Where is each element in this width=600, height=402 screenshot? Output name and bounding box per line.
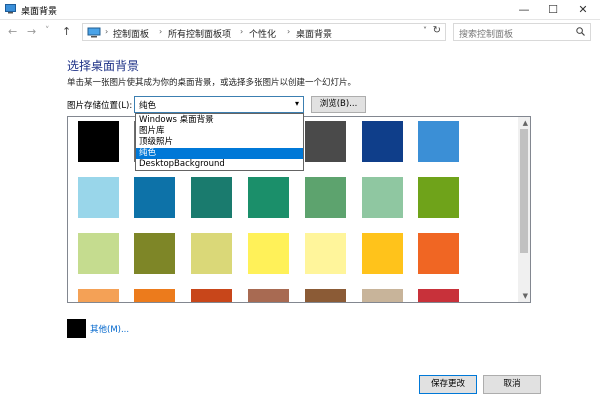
- other-color-swatch[interactable]: [67, 319, 86, 338]
- dropdown-option[interactable]: Windows 桌面背景: [136, 115, 303, 126]
- search-icon[interactable]: [576, 27, 585, 36]
- search-input[interactable]: 搜索控制面板: [459, 27, 513, 40]
- color-swatch[interactable]: [305, 289, 346, 302]
- color-swatch[interactable]: [191, 177, 232, 218]
- color-swatch[interactable]: [362, 233, 403, 274]
- forward-arrow-icon[interactable]: →: [27, 25, 36, 38]
- color-swatch[interactable]: [78, 289, 119, 302]
- search-box[interactable]: 搜索控制面板: [453, 23, 591, 41]
- up-arrow-icon[interactable]: ↑: [62, 25, 71, 38]
- dropdown-option[interactable]: 顶级照片: [136, 137, 303, 148]
- dropdown-option[interactable]: 纯色: [136, 148, 303, 159]
- maximize-button[interactable]: ☐: [538, 0, 568, 19]
- breadcrumb-all-items[interactable]: 所有控制面板项: [168, 27, 231, 40]
- color-swatch[interactable]: [134, 177, 175, 218]
- location-select-value: 纯色: [139, 101, 157, 111]
- breadcrumb-control-panel[interactable]: 控制面板: [113, 27, 149, 40]
- color-swatch[interactable]: [305, 177, 346, 218]
- color-swatch[interactable]: [78, 121, 119, 162]
- save-changes-button[interactable]: 保存更改: [419, 375, 477, 394]
- color-swatch[interactable]: [248, 177, 289, 218]
- close-button[interactable]: ✕: [568, 0, 598, 19]
- cancel-button[interactable]: 取消: [483, 375, 541, 394]
- page-description: 单击某一张图片使其成为你的桌面背景，或选择多张图片以创建一个幻灯片。: [67, 78, 357, 88]
- breadcrumb-separator: ›: [240, 27, 244, 36]
- address-bar[interactable]: › 控制面板 › 所有控制面板项 › 个性化 › 桌面背景 ˅ ↻: [82, 23, 446, 41]
- address-history-icon[interactable]: ˅: [423, 26, 427, 35]
- dropdown-option[interactable]: 图片库: [136, 126, 303, 137]
- title-bar: 桌面背景 — ☐ ✕: [0, 0, 600, 20]
- color-swatch[interactable]: [248, 233, 289, 274]
- scrollbar[interactable]: ▲ ▼: [518, 117, 530, 302]
- scroll-down-icon[interactable]: ▼: [523, 292, 528, 300]
- color-swatch[interactable]: [362, 177, 403, 218]
- color-swatch[interactable]: [134, 233, 175, 274]
- color-swatch[interactable]: [191, 289, 232, 302]
- breadcrumb-separator: ›: [287, 27, 291, 36]
- color-swatch[interactable]: [134, 289, 175, 302]
- minimize-button[interactable]: —: [509, 0, 539, 19]
- scroll-up-icon[interactable]: ▲: [523, 119, 528, 127]
- color-swatch[interactable]: [418, 233, 459, 274]
- color-swatch[interactable]: [248, 289, 289, 302]
- chevron-down-icon[interactable]: ▾: [295, 99, 299, 108]
- recent-locations-icon[interactable]: ˅: [45, 26, 50, 36]
- color-swatch[interactable]: [362, 121, 403, 162]
- breadcrumb-desktop-background[interactable]: 桌面背景: [296, 27, 332, 40]
- location-dropdown-list: Windows 桌面背景 图片库 顶级照片 纯色 DesktopBackground: [135, 113, 304, 171]
- color-swatch[interactable]: [418, 289, 459, 302]
- window-title: 桌面背景: [21, 7, 58, 17]
- back-arrow-icon[interactable]: ←: [8, 25, 17, 38]
- color-swatch[interactable]: [191, 233, 232, 274]
- breadcrumb-separator: ›: [159, 27, 163, 36]
- refresh-icon[interactable]: ↻: [433, 25, 441, 36]
- browse-button[interactable]: 浏览(B)...: [311, 96, 366, 113]
- other-color-link[interactable]: 其他(M)...: [90, 323, 129, 335]
- color-swatch[interactable]: [418, 177, 459, 218]
- color-swatch[interactable]: [418, 121, 459, 162]
- location-label: 图片存储位置(L):: [67, 101, 133, 111]
- location-select[interactable]: 纯色 ▾: [134, 96, 304, 113]
- page-title: 选择桌面背景: [67, 59, 140, 73]
- color-swatch[interactable]: [362, 289, 403, 302]
- control-panel-icon: [87, 27, 101, 38]
- breadcrumb-separator: ›: [105, 27, 109, 36]
- breadcrumb-personalization[interactable]: 个性化: [249, 27, 276, 40]
- color-swatch[interactable]: [78, 177, 119, 218]
- dropdown-option[interactable]: DesktopBackground: [136, 159, 303, 170]
- scrollbar-thumb[interactable]: [520, 129, 528, 253]
- desktop-background-icon: [5, 4, 16, 14]
- color-swatch[interactable]: [78, 233, 119, 274]
- color-swatch[interactable]: [305, 121, 346, 162]
- color-swatch[interactable]: [305, 233, 346, 274]
